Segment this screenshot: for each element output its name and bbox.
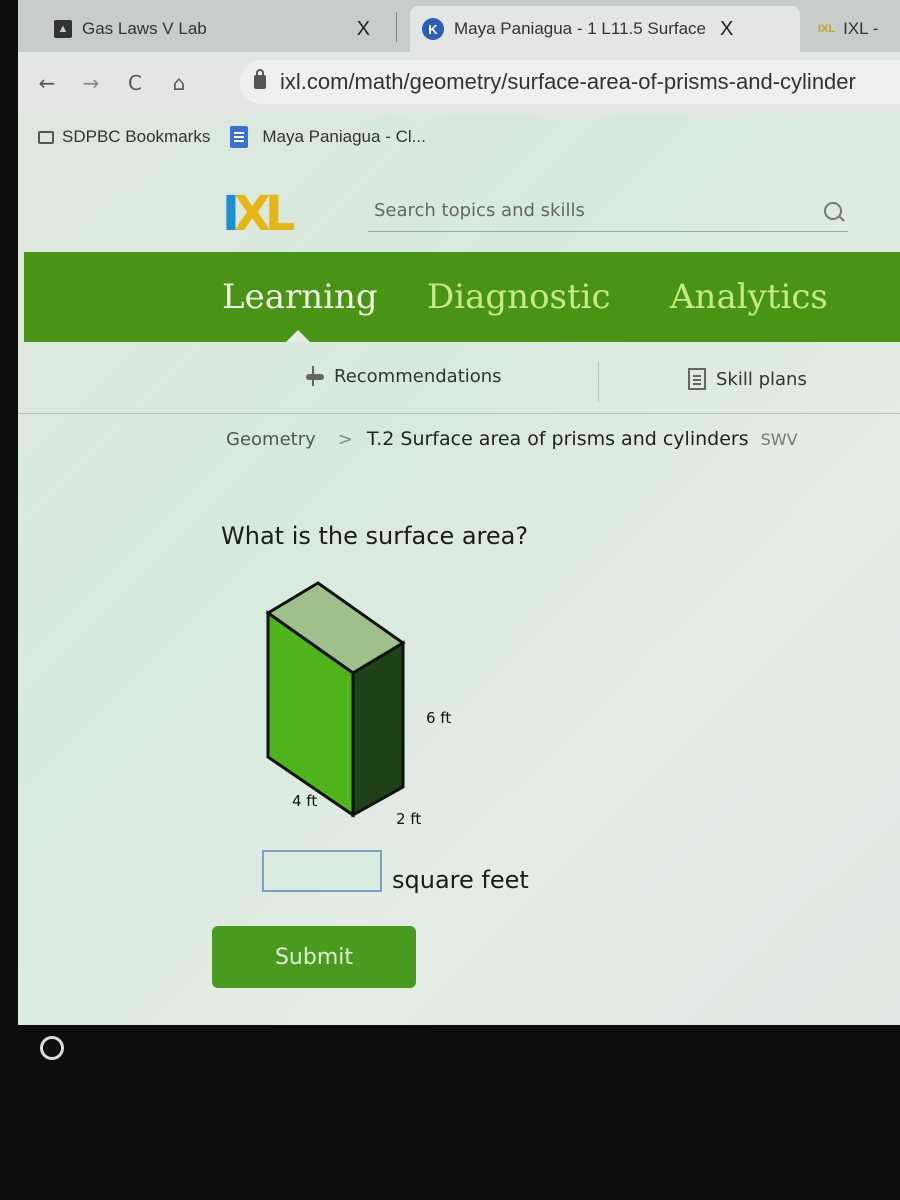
k-icon: K [422,18,444,40]
tab-learning[interactable]: Learning [222,277,378,317]
tab-title: Gas Laws V Lab [82,19,207,38]
chevron-right-icon: > [337,429,353,450]
tab-title: IXL - [843,19,879,38]
sub-nav: Recommendations Skill plans [18,342,900,414]
bookmark-sdpbc[interactable]: SDPBC Bookmarks [38,127,210,147]
tab-title: Maya Paniagua - 1 L11.5 Surface [454,19,707,38]
main-nav: Learning Diagnostic Analytics [24,252,900,342]
breadcrumb-geometry[interactable]: Geometry [226,429,316,450]
forward-icon[interactable]: → [76,71,106,95]
browser-toolbar: ← → C ⌂ ixl.com/math/geometry/surface-ar… [18,52,900,114]
screen: ▲ Gas Laws V Lab X K Maya Paniagua - 1 L… [18,0,900,1025]
height-label: 6 ft [426,709,452,727]
bookmarks-bar: SDPBC Bookmarks Maya Paniagua - Cl... [18,114,900,160]
close-icon[interactable]: X [357,18,370,41]
folder-icon [38,130,54,144]
active-tab-caret [286,330,310,342]
logo-l: L [264,186,295,242]
width-label: 2 ft [396,810,422,828]
prism-side-face [351,640,405,818]
skill-plans-label: Skill plans [716,368,807,390]
ixl-icon: IXL [818,23,836,35]
recommendations-link[interactable]: Recommendations [304,364,502,388]
tab-gas-laws[interactable]: ▲ Gas Laws V Lab X [54,6,370,52]
document-icon: ▲ [54,20,72,38]
tab-analytics[interactable]: Analytics [670,277,828,317]
answer-input[interactable] [262,850,382,892]
question-text: What is the surface area? [221,522,529,550]
address-bar[interactable]: ixl.com/math/geometry/surface-area-of-pr… [240,60,900,104]
bookmark-maya-paniagua[interactable]: Maya Paniagua - Cl... [230,126,426,148]
close-icon[interactable]: X [720,18,733,41]
recommendations-icon [304,364,326,388]
tab-diagnostic[interactable]: Diagnostic [427,277,611,317]
tab-ixl[interactable]: IXL IXL - [818,6,878,52]
home-icon[interactable]: ⌂ [164,71,194,95]
skill-title: T.2 Surface area of prisms and cylinders [366,428,749,450]
launcher-icon[interactable] [40,1036,64,1060]
ixl-logo[interactable]: IXL [222,190,295,238]
length-label: 4 ft [292,792,318,810]
doc-icon [230,126,249,148]
skill-code: SWV [760,430,798,449]
submit-button[interactable]: Submit [212,926,416,988]
logo-x: X [233,186,271,242]
tab-maya-paniagua[interactable]: K Maya Paniagua - 1 L11.5 Surface X [410,6,800,52]
search-box[interactable]: Search topics and skills [368,190,848,232]
reload-icon[interactable]: C [120,71,150,95]
tab-separator [396,12,397,42]
recommendations-label: Recommendations [334,365,502,387]
logo-i: I [222,186,240,242]
prism-diagram [265,581,406,818]
url-text: ixl.com/math/geometry/surface-area-of-pr… [280,69,856,94]
prism-figure: 6 ft 4 ft 2 ft [248,575,508,845]
skill-plans-link[interactable]: Skill plans [688,368,807,390]
tab-strip: ▲ Gas Laws V Lab X K Maya Paniagua - 1 L… [18,0,900,52]
sub-nav-divider [598,362,599,402]
search-icon[interactable] [824,201,842,220]
skill-plans-icon [688,368,706,390]
search-placeholder: Search topics and skills [374,200,585,221]
breadcrumb: Geometry > T.2 Surface area of prisms an… [226,428,798,450]
bookmark-label: Maya Paniagua - Cl... [262,127,426,146]
lock-icon [254,69,266,89]
back-icon[interactable]: ← [32,71,62,95]
unit-label: square feet [392,866,529,894]
bookmark-label: SDPBC Bookmarks [62,127,211,146]
